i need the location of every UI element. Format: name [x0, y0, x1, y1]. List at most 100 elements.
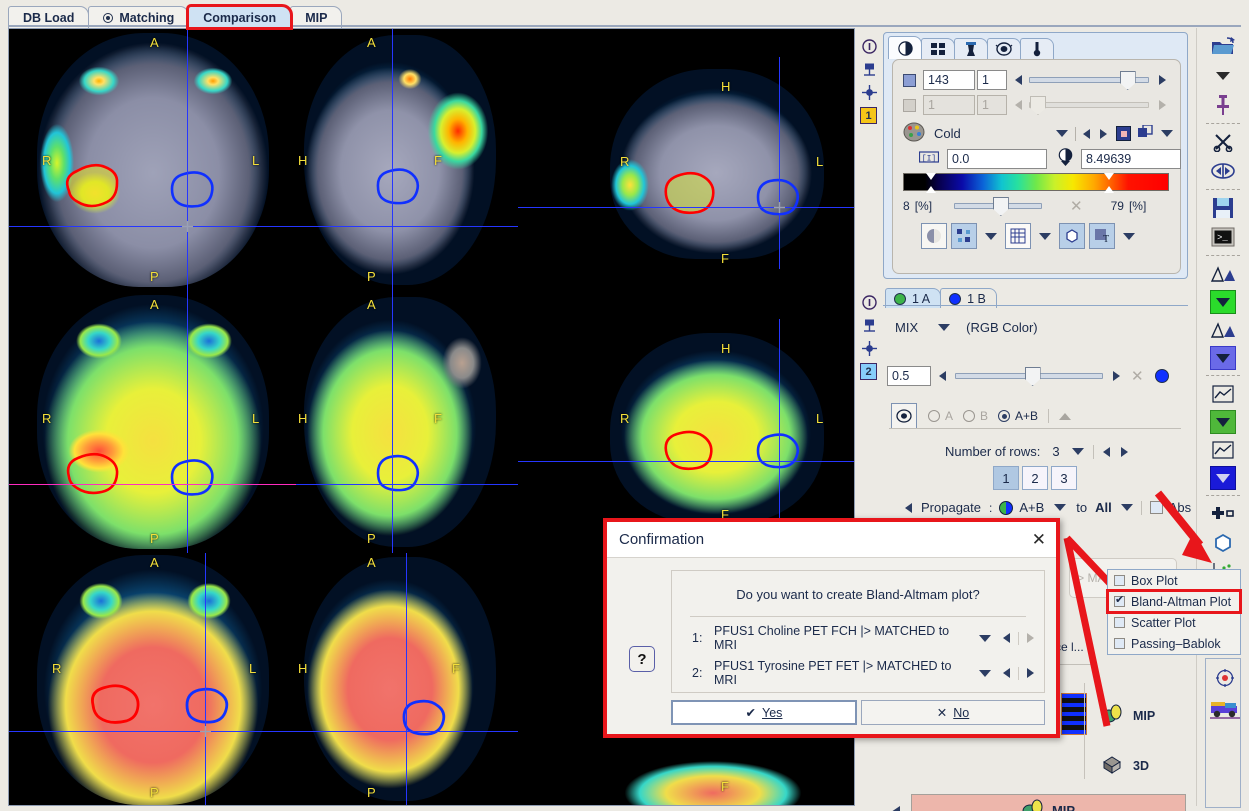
tools-tab[interactable] [954, 38, 988, 59]
slice-slider-thumb[interactable] [1119, 71, 1136, 90]
fusion-alpha-slider[interactable] [955, 367, 1103, 386]
chevron-down-green-icon-2[interactable] [1210, 410, 1236, 434]
series-1-prev-icon[interactable] [1003, 633, 1010, 643]
mip-entry[interactable]: MIP [1101, 704, 1155, 727]
chart-line-icon[interactable] [1208, 381, 1238, 407]
add-small-icon[interactable] [1208, 501, 1238, 527]
row-button-2[interactable]: 2 [1022, 466, 1048, 490]
threshold-slider[interactable] [954, 197, 1043, 216]
colorbar[interactable] [903, 173, 1169, 193]
crosshair-icon[interactable] [859, 338, 879, 358]
plot-type-menu[interactable]: Box Plot Bland-Altman Plot Scatter Plot … [1106, 569, 1242, 655]
colortable-next-icon[interactable] [1100, 128, 1107, 139]
alpha-next-icon[interactable] [1113, 371, 1120, 381]
terminal-icon[interactable]: >_ [1208, 224, 1238, 250]
propagate-target-dropdown-icon[interactable] [1120, 504, 1133, 511]
contrast-tab[interactable] [888, 36, 922, 59]
row-button-1[interactable]: 1 [993, 466, 1019, 490]
threshold-slider-thumb[interactable] [992, 197, 1009, 216]
pin-icon[interactable] [1208, 92, 1238, 118]
propagate-source-dropdown-icon[interactable] [1054, 504, 1067, 511]
threshold-reset-icon[interactable]: ✕ [1070, 197, 1083, 215]
open-folder-icon[interactable] [1208, 34, 1238, 60]
checkbox-icon[interactable] [1114, 617, 1125, 628]
chart-line-icon-2[interactable] [1208, 437, 1238, 463]
checkbox-icon[interactable] [1114, 575, 1125, 586]
series-2-prev-icon[interactable] [1003, 668, 1010, 678]
slice-sagittal-row2[interactable]: A P H F [296, 291, 518, 553]
series-2-dropdown-icon[interactable] [979, 669, 991, 677]
menu-item-scatter-plot[interactable]: Scatter Plot [1108, 612, 1240, 633]
checkbox-icon[interactable] [1114, 638, 1125, 649]
palette-icon[interactable] [903, 122, 925, 145]
threed-entry[interactable]: 3D [1101, 754, 1149, 777]
checkbox-checked-icon[interactable] [1114, 594, 1125, 607]
mip-bar-prev-icon[interactable] [891, 806, 900, 811]
smoothing-icon[interactable] [921, 223, 947, 249]
slice-sagittal-row1[interactable]: A P H F [296, 29, 518, 291]
colortable-more-icon[interactable] [1161, 130, 1173, 137]
alpha-prev-icon[interactable] [939, 371, 946, 381]
rows-prev-icon[interactable] [1102, 446, 1110, 457]
slice-axial-row3[interactable]: A P R L [9, 553, 296, 805]
grid-icon[interactable] [1005, 223, 1031, 249]
series-1-dropdown-icon[interactable] [979, 634, 991, 642]
fusion-alpha-input[interactable]: 0.5 [887, 366, 931, 386]
scissors-icon[interactable] [1208, 129, 1238, 155]
target-icon[interactable] [1216, 669, 1234, 690]
flip-horizontal-icon[interactable] [1208, 158, 1238, 184]
radio-a[interactable] [928, 410, 940, 422]
histogram-icon[interactable] [1208, 261, 1238, 287]
menu-item-bland-altman-plot[interactable]: Bland-Altman Plot [1106, 589, 1242, 614]
slice-axial-row1[interactable]: A P R L [9, 29, 296, 291]
layout-icon[interactable] [859, 59, 879, 79]
fusion-mode-dropdown-icon[interactable] [938, 324, 951, 331]
marker-overlay-dropdown-icon[interactable] [985, 232, 997, 240]
alpha-reset-icon[interactable]: ✕ [1131, 367, 1144, 385]
slice-step-input[interactable]: 1 [977, 70, 1007, 90]
abs-checkbox[interactable] [1149, 501, 1163, 514]
thermometer-tab[interactable] [1020, 38, 1054, 59]
series-number-1[interactable]: 1 [860, 107, 877, 124]
chevron-down-blue-icon[interactable] [1210, 346, 1236, 370]
collapse-icon[interactable] [1059, 412, 1072, 420]
colorbar-low-marker[interactable] [926, 173, 936, 193]
menu-item-passing-bablok[interactable]: Passing–Bablok [1108, 633, 1240, 654]
fusion-alpha-thumb[interactable] [1024, 367, 1041, 386]
propagate-prev-icon[interactable] [905, 502, 912, 513]
info-icon[interactable] [859, 36, 879, 56]
annotation-dropdown-icon[interactable] [1123, 232, 1135, 240]
slice-slider[interactable] [1029, 71, 1149, 90]
menu-item-box-plot[interactable]: Box Plot [1108, 570, 1240, 591]
text-annotation-icon[interactable]: T [1089, 223, 1115, 249]
chevron-down-blue-icon-2[interactable] [1210, 466, 1236, 490]
colortable-dropdown-icon[interactable] [1056, 130, 1068, 137]
truck-icon[interactable] [1210, 697, 1240, 722]
contour-icon[interactable] [1059, 223, 1085, 249]
slice-index-input[interactable]: 143 [923, 70, 975, 90]
radio-b[interactable] [963, 410, 976, 422]
grid-dropdown-icon[interactable] [1039, 232, 1051, 240]
rows-next-icon[interactable] [1120, 446, 1128, 457]
layout-tab[interactable] [921, 38, 955, 59]
mip-action-button[interactable]: MIP [911, 794, 1186, 811]
range-max-input[interactable]: 8.49639 [1081, 148, 1181, 169]
save-floppy-icon[interactable] [1208, 195, 1238, 221]
invert-colortable-icon[interactable] [1116, 126, 1131, 141]
slice-coronal-row1[interactable]: H F R L [518, 29, 854, 291]
layout-icon[interactable] [859, 315, 879, 335]
histogram-icon-2[interactable] [1208, 317, 1238, 343]
range-min-input[interactable]: 0.0 [947, 148, 1047, 169]
info-icon[interactable] [859, 292, 879, 312]
layer-color-swatch[interactable] [903, 73, 916, 87]
slice-axial-row2[interactable]: A P R L [9, 291, 296, 553]
slice-coronal-row2[interactable]: H F R L [518, 291, 854, 553]
series-number-2[interactable]: 2 [860, 363, 877, 380]
radio-ab[interactable] [998, 410, 1011, 422]
marker-overlay-icon[interactable] [951, 223, 977, 249]
crosshair-icon[interactable] [859, 82, 879, 102]
colortable-prev-icon[interactable] [1083, 128, 1090, 139]
row-button-3[interactable]: 3 [1051, 466, 1077, 490]
chevron-down-green-icon[interactable] [1210, 290, 1236, 314]
threshold-icon[interactable] [1057, 148, 1074, 169]
